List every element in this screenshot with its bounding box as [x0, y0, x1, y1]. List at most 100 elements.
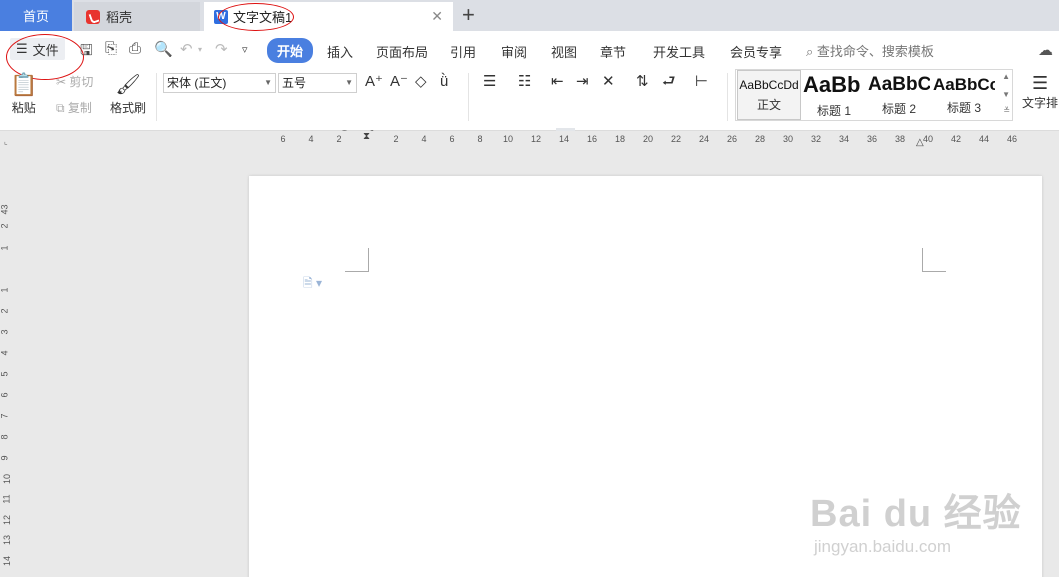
cut-button[interactable]: ✂ 剪切 [56, 71, 93, 93]
font-family-select[interactable]: 宋体 (正文) ▼ [163, 73, 276, 93]
print-preview-icon[interactable]: 🔍 [154, 40, 173, 58]
save-icon[interactable]: 🖫 [80, 40, 93, 65]
ruler-tick-label: 6 [280, 134, 286, 144]
ruler-tick-label: 18 [614, 134, 626, 144]
styles-gallery: AaBbCcDd 正文 AaBb 标题 1 AaBbC 标题 2 AaBbCc … [735, 69, 1013, 121]
margin-corner-top-right [922, 248, 946, 272]
new-tab-plus-icon[interactable]: + [462, 3, 475, 27]
style-heading-2[interactable]: AaBbC 标题 2 [867, 70, 931, 120]
tab-home[interactable]: 首页 [0, 0, 72, 31]
ruler-tick-label: 12 [530, 134, 542, 144]
ruler-tick-label: 4 [308, 134, 314, 144]
scroll-up-icon[interactable]: ▲ [1002, 72, 1010, 81]
undo-dropdown-icon[interactable]: ▾ [198, 45, 202, 54]
print-icon[interactable]: ⎙ [129, 40, 141, 57]
increase-indent-icon[interactable]: ⇥ [576, 71, 589, 93]
numbered-list-icon[interactable]: ☷ [518, 71, 531, 93]
tab-insert[interactable]: 插入 [327, 42, 353, 61]
redo-icon[interactable]: ↷ [215, 40, 228, 58]
brush-icon: 🖌 [115, 74, 141, 96]
ruler-tick-label: 10 [2, 473, 13, 485]
ruler-tick-label: 9 [0, 455, 10, 461]
menu-row: ☰ 文件 🖫 ⎘ ⎙ 🔍 ↶ ▾ ↷ ▿ 开始 插入 页面布局 引用 审阅 视图… [0, 31, 1059, 80]
bullet-list-icon[interactable]: ☰ [483, 71, 496, 93]
sort-icon[interactable]: ⇅ [636, 71, 649, 93]
tab-document[interactable]: W 文字文稿1 ✕ [204, 2, 453, 31]
ruler-tick-label: 28 [754, 134, 766, 144]
ruler-tick-label: 26 [726, 134, 738, 144]
shrink-font-icon[interactable]: A⁻ [390, 71, 408, 93]
style-preview: AaBb [803, 71, 861, 97]
command-search-placeholder: 查找命令、搜索模板 [816, 44, 934, 59]
ruler-tick-label: 8 [477, 134, 483, 144]
watermark-logo: Bai du 经验 [810, 493, 1022, 535]
tab-member[interactable]: 会员专享 [730, 42, 782, 61]
indent-marker-icon[interactable]: ⧗ [363, 131, 370, 142]
tab-view[interactable]: 视图 [551, 42, 577, 61]
tab-stops-icon[interactable]: ⊢ [695, 71, 708, 93]
ruler-tick-label: 6 [449, 134, 455, 144]
tab-review[interactable]: 审阅 [501, 42, 527, 61]
ruler-tick-label: 3 [0, 329, 10, 335]
ruler-tick-label: 38 [894, 134, 906, 144]
ruler-tick-label: 3 [0, 204, 10, 210]
tab-selector-icon[interactable]: ⌞ [4, 137, 8, 146]
font-family-value: 宋体 (正文) [167, 76, 227, 90]
style-heading-1[interactable]: AaBb 标题 1 [802, 70, 866, 120]
paste-label: 粘贴 [11, 101, 36, 115]
tab-daoke[interactable]: 稻壳 [74, 2, 200, 31]
text-tools-button[interactable]: ☰ 文字排 [1022, 73, 1058, 111]
style-name: 正文 [756, 97, 781, 112]
show-marks-icon[interactable]: ⮐ [662, 71, 676, 93]
customize-quick-access-icon[interactable]: ▿ [242, 43, 248, 56]
tab-references[interactable]: 引用 [450, 42, 476, 61]
ribbon: ☰ 文件 🖫 ⎘ ⎙ 🔍 ↶ ▾ ↷ ▿ 开始 插入 页面布局 引用 审阅 视图… [0, 31, 1059, 150]
ruler-tick-label: 36 [866, 134, 878, 144]
tab-start[interactable]: 开始 [267, 38, 314, 63]
ruler-tick-label: 2 [0, 308, 10, 314]
chinese-layout-icon[interactable]: ✕ [602, 71, 615, 93]
grow-font-icon[interactable]: A⁺ [365, 71, 383, 93]
style-heading-3[interactable]: AaBbCc 标题 3 [932, 70, 996, 120]
undo-icon[interactable]: ↶ [180, 40, 193, 58]
ruler-tick-label: 7 [0, 413, 10, 419]
watermark-url: jingyan.baidu.com [814, 537, 952, 556]
cloud-sync-icon[interactable]: ☁ [1038, 41, 1053, 59]
horizontal-ruler[interactable]: ⌞ ⧗ △ 6 4 2 2 4 6 8 10 12 14 16 18 20 22 24 26 28 30 32 34 3… [0, 131, 1059, 150]
ruler-tick-label: 4 [421, 134, 427, 144]
font-size-select[interactable]: 五号 ▼ [278, 73, 357, 93]
ruler-tick-label: 42 [950, 134, 962, 144]
tab-developer-tools[interactable]: 开发工具 [653, 42, 705, 61]
export-pdf-icon[interactable]: ⎘ [105, 40, 117, 57]
search-icon: ⌕ [806, 44, 814, 59]
vertical-ruler[interactable]: 4 3 2 1 1 2 3 4 5 6 7 8 9 10 11 12 13 14 [0, 150, 14, 577]
format-painter-button[interactable]: 🖌 格式刷 [110, 73, 146, 116]
ruler-tick-label: 11 [1, 494, 12, 504]
ruler-tick-label: 13 [2, 534, 13, 546]
tab-page-layout[interactable]: 页面布局 [376, 42, 428, 61]
style-preview: AaBbC [868, 73, 930, 95]
ruler-tick-label: 4 [0, 350, 10, 356]
group-divider [468, 73, 469, 121]
style-normal[interactable]: AaBbCcDd 正文 [737, 70, 801, 120]
ruler-tick-label: 6 [0, 392, 10, 398]
tab-chapter[interactable]: 章节 [600, 42, 626, 61]
ruler-tick-label: 14 [558, 134, 570, 144]
decrease-indent-icon[interactable]: ⇤ [551, 71, 564, 93]
paste-options-icon[interactable]: 🗎 ▾ [303, 274, 322, 295]
scroll-down-icon[interactable]: ▼ [1002, 90, 1010, 99]
paste-button[interactable]: 📋 粘贴 [10, 73, 37, 116]
phonetic-guide-icon[interactable]: ǜ [440, 71, 448, 93]
ruler-tick-label: 5 [0, 371, 10, 377]
copy-button[interactable]: ⧉ 复制 [56, 97, 92, 119]
expand-gallery-icon[interactable]: ≚ [1003, 106, 1010, 115]
clear-format-icon[interactable]: ◇ [415, 71, 427, 93]
group-divider [156, 73, 157, 121]
command-search[interactable]: ⌕ 查找命令、搜索模板 [806, 41, 934, 60]
ruler-tick-label: 40 [922, 134, 934, 144]
ruler-tick-label: 8 [0, 434, 10, 440]
style-name: 标题 3 [946, 100, 981, 115]
close-tab-icon[interactable]: ✕ [431, 8, 443, 25]
ruler-tick-label: 2 [0, 223, 10, 229]
style-preview: AaBbCcDd [739, 77, 799, 92]
